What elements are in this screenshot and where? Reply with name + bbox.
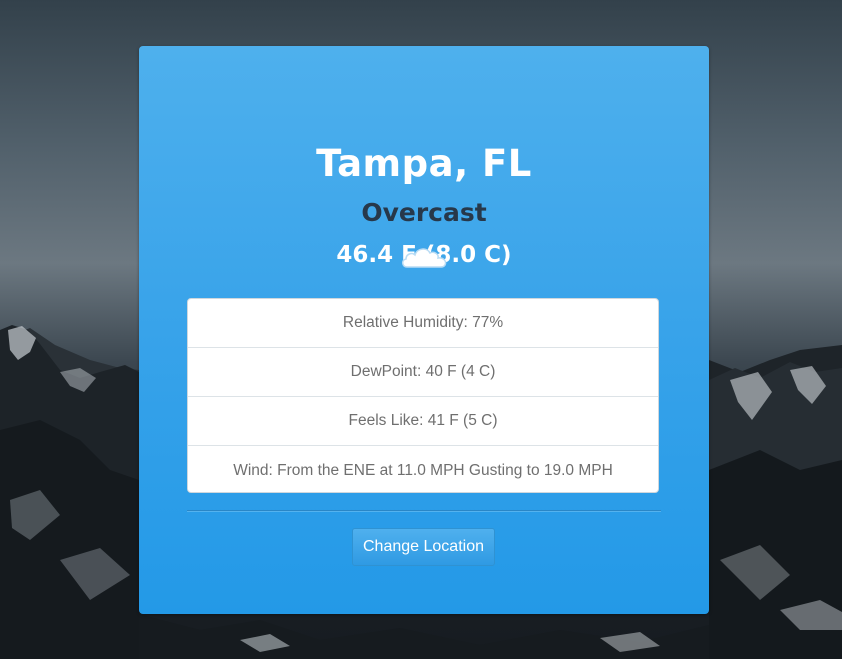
weather-details-list: Relative Humidity: 77% DewPoint: 40 F (4… — [187, 298, 659, 493]
change-location-button[interactable]: Change Location — [352, 528, 495, 566]
feels-like-item: Feels Like: 41 F (5 C) — [188, 397, 658, 446]
cloud-icon — [402, 248, 447, 268]
dewpoint-item: DewPoint: 40 F (4 C) — [188, 348, 658, 397]
wind-item: Wind: From the ENE at 11.0 MPH Gusting t… — [233, 461, 613, 479]
city-title: Tampa, FL — [316, 142, 532, 185]
humidity-item: Relative Humidity: 77% — [188, 299, 658, 348]
divider — [187, 510, 661, 512]
weather-condition: Overcast — [361, 198, 487, 227]
